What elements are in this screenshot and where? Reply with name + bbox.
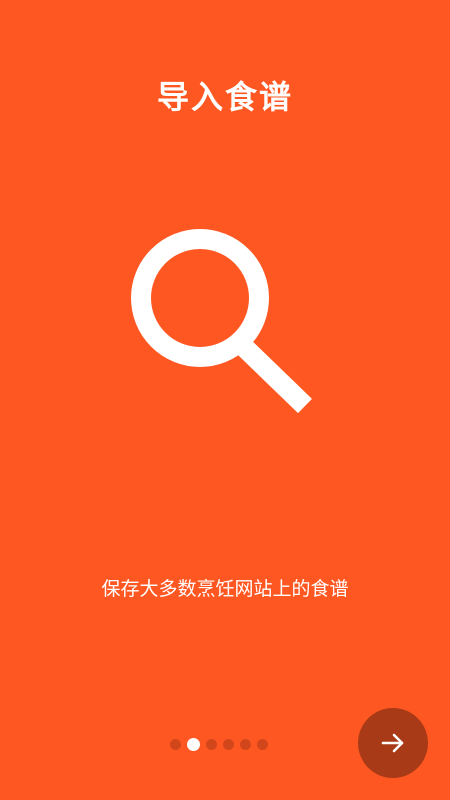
search-icon [125, 228, 325, 428]
page-dot-2-active[interactable] [187, 737, 200, 751]
page-indicator [170, 737, 268, 751]
page-dot-3[interactable] [206, 738, 217, 750]
arrow-right-icon [381, 733, 404, 753]
page-dot-5[interactable] [240, 738, 251, 750]
page-dot-4[interactable] [223, 738, 234, 750]
page-title: 导入食谱 [156, 78, 293, 116]
page-subtitle: 保存大多数烹饪网站上的食谱 [101, 578, 349, 600]
page-dot-6[interactable] [257, 738, 268, 750]
next-button[interactable] [358, 708, 428, 778]
onboarding-screen: 导入食谱 保存大多数烹饪网站上的食谱 [0, 0, 450, 800]
page-dot-1[interactable] [170, 738, 181, 750]
